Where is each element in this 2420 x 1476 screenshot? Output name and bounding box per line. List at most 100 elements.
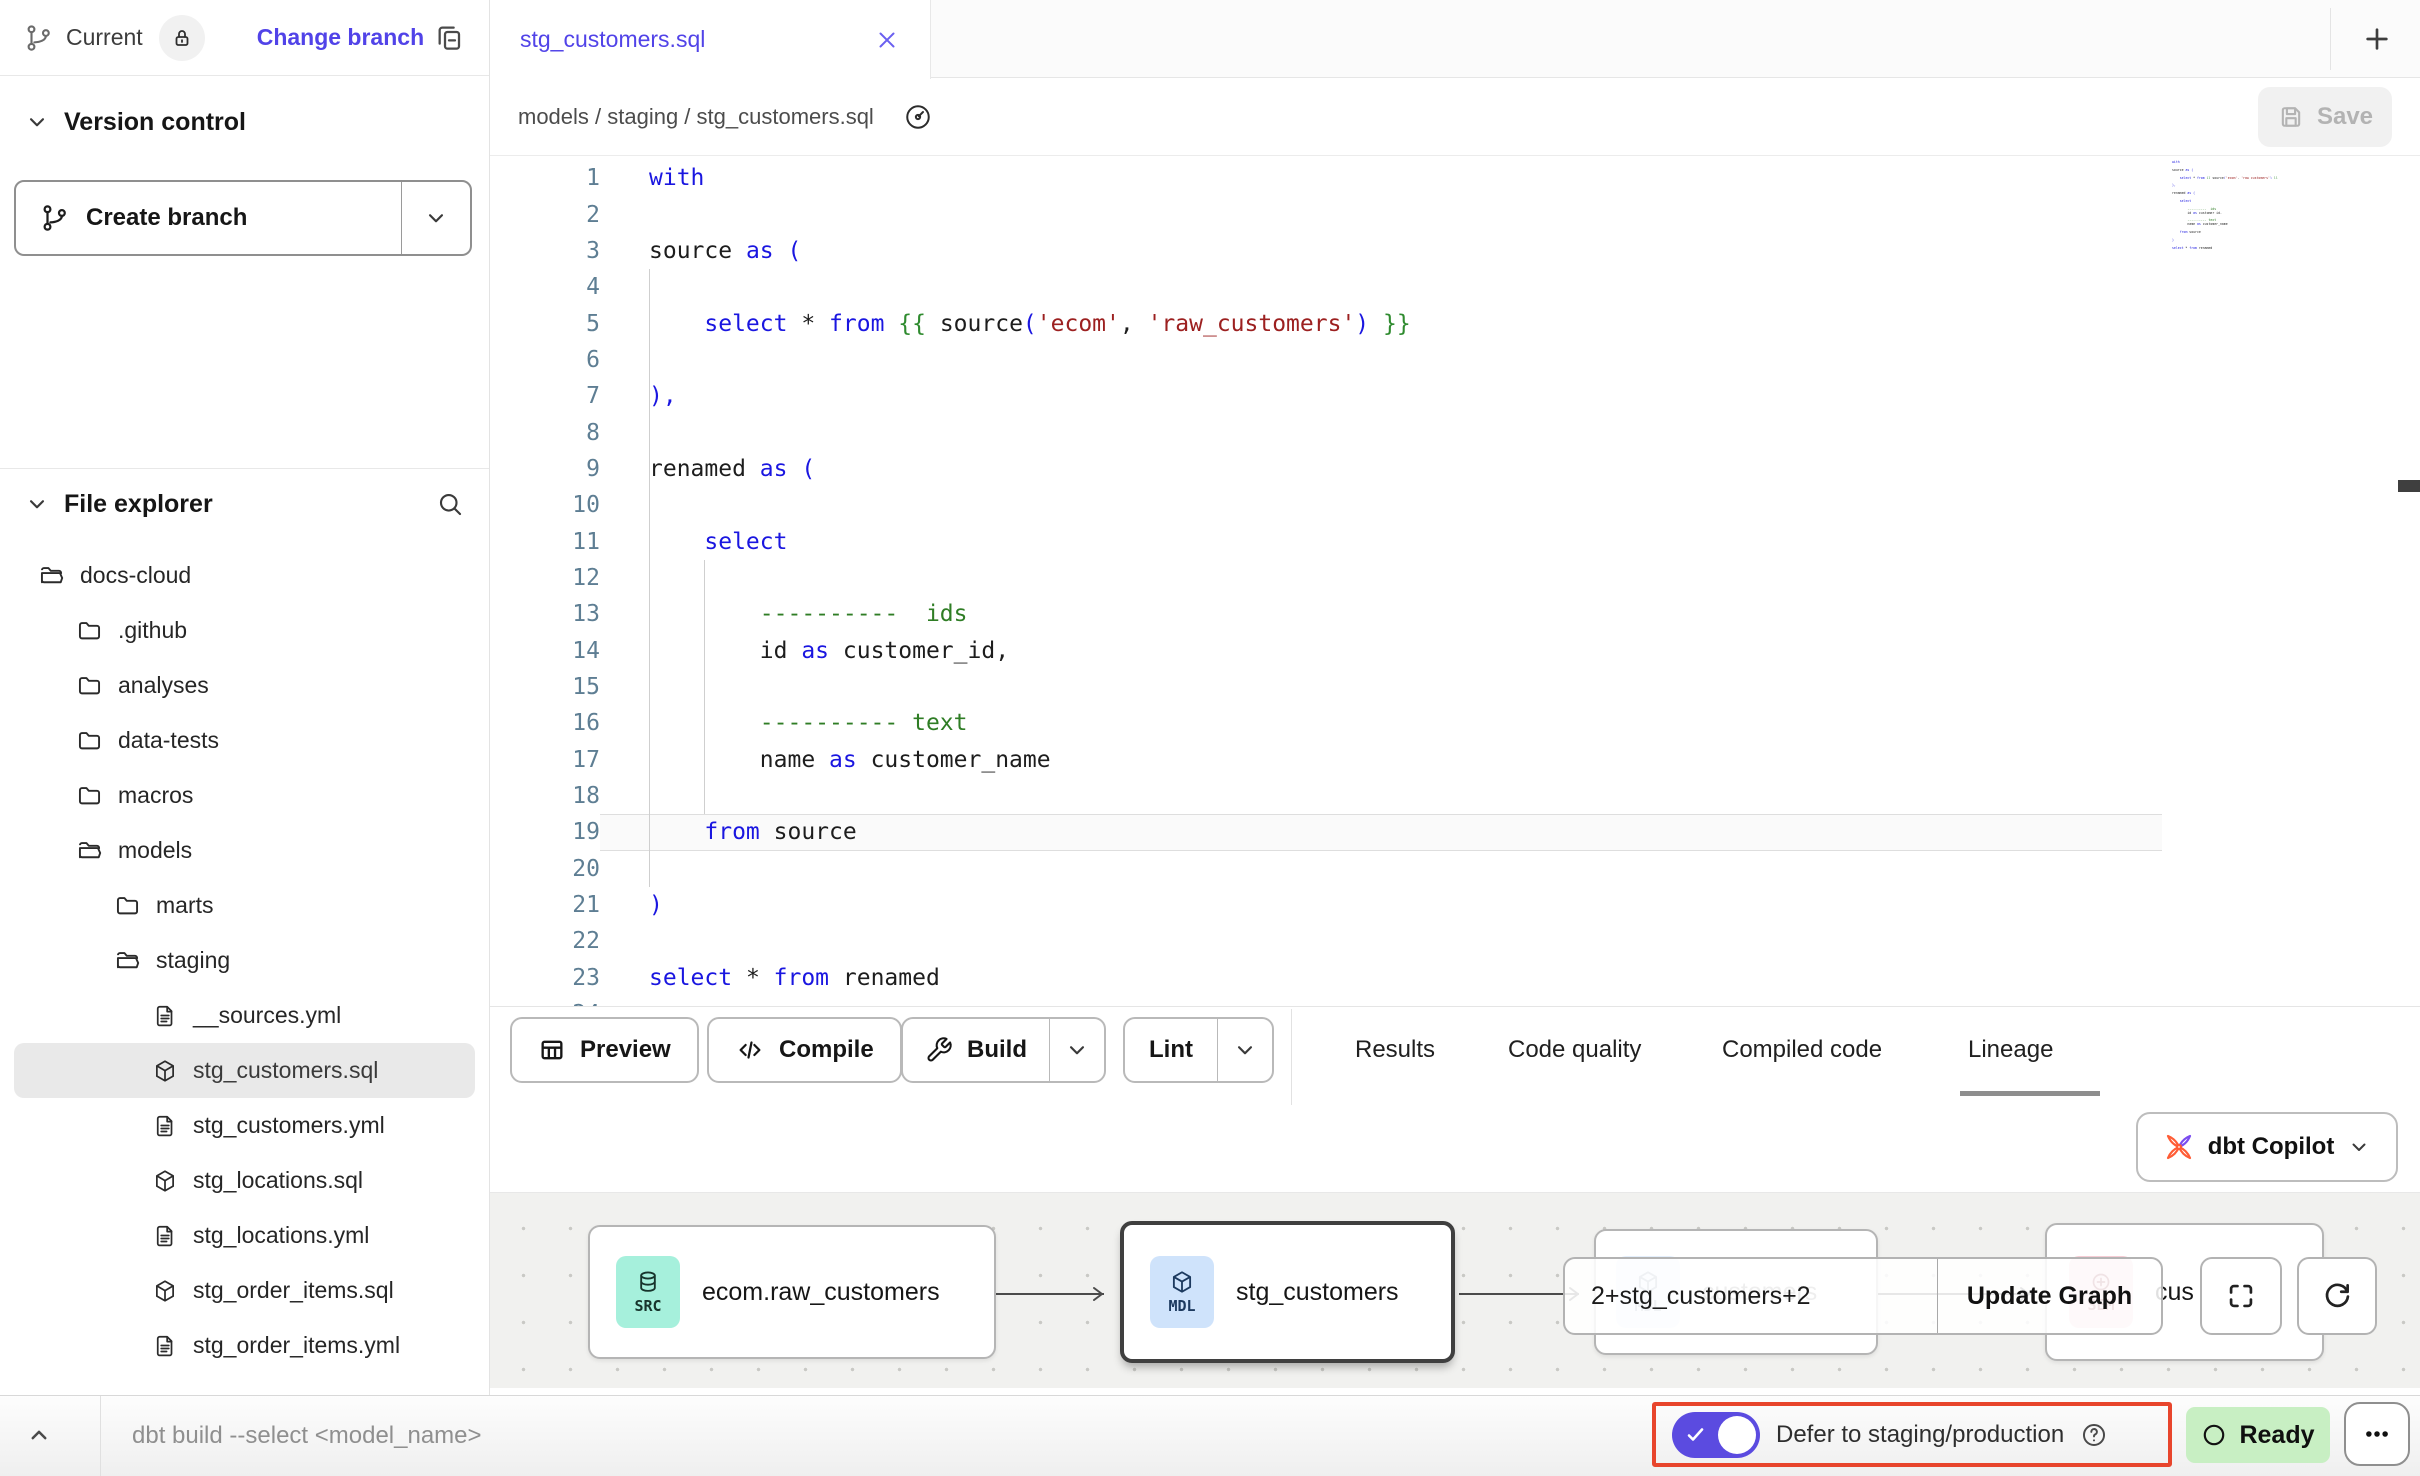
copilot-dial-icon[interactable] — [892, 91, 944, 143]
code-line-20[interactable]: 20 — [490, 851, 1411, 887]
more-options-button[interactable] — [2344, 1402, 2410, 1466]
tree-item-stg-locations-sql[interactable]: stg_locations.sql — [14, 1153, 475, 1208]
tree-item-label: analyses — [118, 672, 209, 699]
tab-compiled-code[interactable]: Compiled code — [1722, 1017, 1882, 1083]
line-number: 4 — [490, 274, 600, 300]
command-input-placeholder[interactable]: dbt build --select <model_name> — [132, 1422, 482, 1450]
code-line-4[interactable]: 4 — [490, 269, 1411, 305]
code-line-6[interactable]: 6 — [490, 342, 1411, 378]
active-tab-indicator — [1960, 1091, 2100, 1096]
tree-item-stg-customers-sql[interactable]: stg_customers.sql — [14, 1043, 475, 1098]
tab-code-quality[interactable]: Code quality — [1508, 1017, 1641, 1083]
help-icon[interactable] — [2080, 1421, 2108, 1449]
chevron-down-icon — [1232, 1037, 1258, 1063]
badge-label: SRC — [634, 1297, 661, 1315]
line-number: 20 — [490, 856, 600, 882]
tree-item-stg-customers-yml[interactable]: stg_customers.yml — [14, 1098, 475, 1153]
line-number: 8 — [490, 420, 600, 446]
code-line-9[interactable]: 9renamed as ( — [490, 451, 1411, 487]
build-label: Build — [967, 1036, 1027, 1064]
lineage-node-stg-customers-selected[interactable]: MDL stg_customers — [1120, 1221, 1455, 1363]
refresh-button[interactable] — [2297, 1257, 2377, 1335]
change-branch-link[interactable]: Change branch — [257, 24, 424, 51]
tab-results[interactable]: Results — [1355, 1017, 1435, 1083]
code-line-15[interactable]: 15 — [490, 669, 1411, 705]
tree-item-label: stg_order_items.sql — [193, 1277, 394, 1304]
tree-item-stg-order-items-yml[interactable]: stg_order_items.yml — [14, 1318, 475, 1373]
tree-item-staging[interactable]: staging — [14, 933, 475, 988]
preview-button[interactable]: Preview — [510, 1017, 699, 1083]
chevron-up-icon[interactable] — [24, 1420, 54, 1450]
code-line-22[interactable]: 22 — [490, 923, 1411, 959]
tree-item-analyses[interactable]: analyses — [14, 658, 475, 713]
dbt-copilot-logo-icon — [2163, 1131, 2195, 1163]
tree-item-github[interactable]: .github — [14, 603, 475, 658]
code-line-16[interactable]: 16 ---------- text — [490, 705, 1411, 741]
code-line-8[interactable]: 8 — [490, 414, 1411, 450]
code-line-10[interactable]: 10 — [490, 487, 1411, 523]
lint-dropdown[interactable] — [1218, 1019, 1272, 1081]
minimap-line — [2172, 249, 2278, 253]
create-branch-split-button: Create branch — [14, 180, 472, 256]
code-line-21[interactable]: 21) — [490, 887, 1411, 923]
tree-item-label: marts — [156, 892, 214, 919]
code-line-1[interactable]: 1with — [490, 160, 1411, 196]
build-dropdown[interactable] — [1050, 1019, 1104, 1081]
update-graph-button[interactable]: Update Graph — [1938, 1259, 2161, 1333]
minimap[interactable]: withsource as ( select * from {{ source(… — [2172, 160, 2278, 253]
save-button[interactable]: Save — [2258, 87, 2392, 147]
version-control-section-header[interactable]: Version control — [0, 96, 489, 148]
file-explorer-section-header[interactable]: File explorer — [0, 476, 489, 532]
code-line-3[interactable]: 3source as ( — [490, 233, 1411, 269]
close-icon[interactable] — [874, 27, 900, 53]
code-line-18[interactable]: 18 — [490, 778, 1411, 814]
lineage-node-source[interactable]: SRC ecom.raw_customers — [588, 1225, 996, 1359]
defer-toggle[interactable] — [1672, 1412, 1760, 1458]
tree-item-macros[interactable]: macros — [14, 768, 475, 823]
code-line-13[interactable]: 13 ---------- ids — [490, 596, 1411, 632]
code-line-14[interactable]: 14 id as customer_id, — [490, 632, 1411, 668]
search-icon[interactable] — [435, 489, 465, 519]
new-tab-button[interactable] — [2352, 14, 2402, 64]
tree-item-label: stg_locations.sql — [193, 1167, 363, 1194]
create-branch-dropdown[interactable] — [402, 182, 470, 254]
tree-item-data-tests[interactable]: data-tests — [14, 713, 475, 768]
code-line-24[interactable]: 24 — [490, 996, 1411, 1006]
code-line-7[interactable]: 7), — [490, 378, 1411, 414]
lint-button[interactable]: Lint — [1125, 1019, 1218, 1081]
preview-label: Preview — [580, 1036, 671, 1064]
build-button[interactable]: Build — [903, 1019, 1050, 1081]
tree-item-marts[interactable]: marts — [14, 878, 475, 933]
code-text: renamed as ( — [649, 456, 815, 482]
code-line-23[interactable]: 23select * from renamed — [490, 960, 1411, 996]
line-number: 14 — [490, 638, 600, 664]
compile-button[interactable]: Compile — [707, 1017, 902, 1083]
tree-item-models[interactable]: models — [14, 823, 475, 878]
branch-bar: Current Change branch — [0, 0, 489, 76]
copy-icon[interactable] — [433, 22, 465, 54]
save-label: Save — [2317, 103, 2373, 131]
code-text: with — [649, 165, 704, 191]
scrollbar-thumb[interactable] — [2398, 480, 2420, 492]
lineage-selector-input[interactable]: 2+stg_customers+2 — [1565, 1259, 1938, 1333]
tree-item-stg-order-items-sql[interactable]: stg_order_items.sql — [14, 1263, 475, 1318]
code-line-12[interactable]: 12 — [490, 560, 1411, 596]
code-editor[interactable]: 1with23source as ( 4 5 select * from {{ so… — [490, 156, 2420, 1006]
code-line-17[interactable]: 17 name as customer_name — [490, 742, 1411, 778]
status-badge-ready: Ready — [2186, 1407, 2330, 1463]
status-circle-icon — [2201, 1422, 2227, 1448]
folder-open-icon — [76, 837, 103, 864]
code-line-11[interactable]: 11 select — [490, 523, 1411, 559]
tab-stg-customers-sql[interactable]: stg_customers.sql — [490, 0, 931, 79]
lineage-panel[interactable]: SRC ecom.raw_customers MDL stg_customers… — [490, 1192, 2420, 1388]
code-line-5[interactable]: 5 select * from {{ source('ecom', 'raw_c… — [490, 305, 1411, 341]
code-line-19[interactable]: 19 from source — [490, 814, 1411, 850]
tree-item-docs-cloud[interactable]: docs-cloud — [14, 548, 475, 603]
code-line-2[interactable]: 2 — [490, 196, 1411, 232]
create-branch-button[interactable]: Create branch — [16, 182, 402, 254]
tree-item-sources-yml[interactable]: __sources.yml — [14, 988, 475, 1043]
dbt-copilot-button[interactable]: dbt Copilot — [2136, 1112, 2398, 1182]
tree-item-stg-locations-yml[interactable]: stg_locations.yml — [14, 1208, 475, 1263]
tab-lineage[interactable]: Lineage — [1968, 1017, 2053, 1083]
fullscreen-button[interactable] — [2200, 1257, 2282, 1335]
